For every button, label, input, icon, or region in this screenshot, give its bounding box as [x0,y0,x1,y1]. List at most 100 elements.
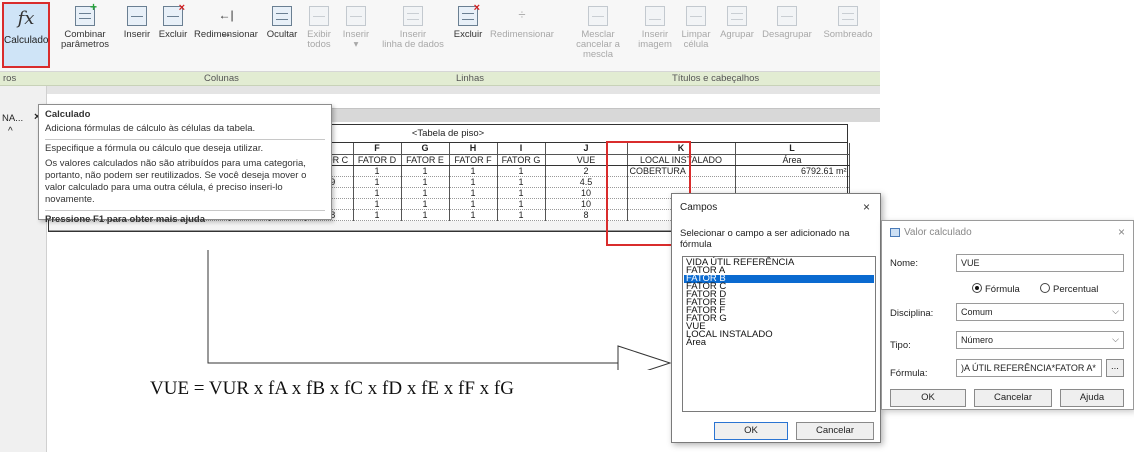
browser-node-label[interactable]: NA... [2,113,23,124]
group-icon [727,6,747,26]
app-icon [890,227,900,237]
redimensionar-coluna-button[interactable]: ←|→ Redimensionar [190,6,262,40]
dropdown-caret-icon: ▾ [353,39,359,50]
schedule-cell[interactable]: FATOR D [353,154,402,166]
schedule-cell[interactable]: 1 [497,176,546,188]
schedule-cell[interactable]: 1 [497,198,546,210]
schedule-cell[interactable]: 6792.61 m² [735,165,850,177]
schedule-cell[interactable]: 1 [449,165,498,177]
schedule-cell[interactable]: 1 [401,187,450,199]
schedule-cell[interactable]: 1 [353,187,402,199]
calculado-button[interactable]: fx Calculado [2,2,50,68]
valor-ok-button[interactable]: OK [890,389,966,407]
schedule-cell[interactable]: 1 [401,176,450,188]
list-item[interactable]: Área [684,338,874,348]
exibir-todos-button[interactable]: Exibir todos [302,6,336,50]
schedule-cell[interactable]: 1 [449,198,498,210]
schedule-cell[interactable]: F [353,143,402,155]
desagrupar-button[interactable]: Desagrupar [758,6,816,40]
show-all-icon [309,6,329,26]
ocultar-button[interactable]: Ocultar [262,6,302,40]
inserir-label: Inserir [123,29,151,40]
formula-label: Fórmula: [890,368,928,379]
valor-title: Valor calculado [904,227,972,238]
schedule-cell[interactable]: 1 [401,198,450,210]
schedule-cell[interactable]: 1 [353,198,402,210]
schedule-cell[interactable]: G [401,143,450,155]
campos-ok-button[interactable]: OK [714,422,788,440]
tipo-label: Tipo: [890,340,911,351]
inserir-linha-dados-button[interactable]: Inserir linha de dados [378,6,448,50]
radio-checked-icon [972,283,982,293]
list-item[interactable]: FATOR G [684,314,874,324]
hide-column-icon [272,6,292,26]
combinar-parametros-button[interactable]: + Combinar parâmetros [54,1,116,50]
schedule-cell[interactable]: H [449,143,498,155]
excluir-coluna-button[interactable]: × Excluir [156,3,190,40]
schedule-cell[interactable]: 1 [353,165,402,177]
tooltip-help: Pressione F1 para obter mais ajuda [45,214,205,225]
schedule-cell[interactable]: 1 [449,209,498,221]
schedule-cell[interactable] [735,176,850,188]
insert-row-icon [346,6,366,26]
panel-titulos-label: Títulos e cabeçalhos [672,73,760,84]
valor-help-button[interactable]: Ajuda [1060,389,1124,407]
ocultar-label: Ocultar [266,29,298,40]
merge-icon [588,6,608,26]
schedule-cell[interactable]: I [497,143,546,155]
close-icon[interactable]: × [863,200,870,214]
schedule-cell[interactable]: 1 [449,176,498,188]
valor-cancel-button[interactable]: Cancelar [974,389,1052,407]
ribbon-panel-bar: ros Colunas Linhas Títulos e cabeçalhos [0,72,880,86]
schedule-cell[interactable]: 1 [449,187,498,199]
campos-cancel-button[interactable]: Cancelar [796,422,874,440]
formula-radio[interactable]: Fórmula [972,283,1020,295]
delete-column-icon: × [163,3,185,26]
campos-titlebar: Campos × [672,194,880,222]
schedule-cell[interactable]: L [735,143,850,155]
excluir-linha-button[interactable]: × Excluir [448,3,488,40]
shading-icon [838,6,858,26]
list-item[interactable]: LOCAL INSTALADO [684,330,874,340]
annotation-arrow [207,250,672,370]
nome-input[interactable]: VUE [956,254,1124,272]
schedule-cell[interactable]: FATOR G [497,154,546,166]
mesclar-button[interactable]: Mesclar cancelar a mescla [560,6,636,60]
limpar-celula-button[interactable]: Limpar célula [676,6,716,50]
schedule-cell[interactable]: 1 [401,165,450,177]
desagrupar-label: Desagrupar [762,29,812,40]
resize-column-icon: ←|→ [218,8,234,40]
valor-titlebar: Valor calculado × [882,221,1133,245]
schedule-cell[interactable]: Área [735,154,850,166]
schedule-cell[interactable]: 1 [497,187,546,199]
vue-formula-text: VUE = VUR x fA x fB x fC x fD x fE x fF … [150,378,514,399]
disciplina-select[interactable]: Comum ⌵ [956,303,1124,321]
agrupar-button[interactable]: Agrupar [716,6,758,40]
schedule-cell[interactable]: 1 [497,165,546,177]
sombreado-button[interactable]: Sombreado [818,6,878,40]
inserir-coluna-button[interactable]: Inserir [120,6,154,40]
formula-browse-button[interactable]: ... [1106,359,1124,377]
radio-unchecked-icon [1040,283,1050,293]
inserir-linha-button[interactable]: Inserir ▾ [338,6,374,50]
collapse-caret-icon[interactable]: ^ [8,126,13,137]
formula-input[interactable]: )A ÚTIL REFERÊNCIA*FATOR A* [956,359,1102,377]
tooltip-title: Calculado [45,109,91,120]
schedule-cell[interactable]: FATOR E [401,154,450,166]
linha-de-dados-label: linha de dados [382,39,444,50]
schedule-cell[interactable]: 1 [497,209,546,221]
fx-icon: fx [17,8,35,29]
tipo-select[interactable]: Número ⌵ [956,331,1124,349]
combine-params-icon: + [75,1,97,26]
schedule-cell[interactable]: 1 [353,209,402,221]
campos-field-list[interactable]: VIDA ÚTIL REFERÊNCIA FATOR A FATOR B FATOR … [682,256,876,412]
agrupar-label: Agrupar [720,29,754,40]
close-icon[interactable]: × [1118,225,1125,239]
schedule-cell[interactable]: 1 [353,176,402,188]
panel-colunas-label: Colunas [204,73,239,84]
schedule-cell[interactable]: FATOR F [449,154,498,166]
redimensionar-linha-button[interactable]: ÷ Redimensionar [488,6,556,40]
percentual-radio[interactable]: Percentual [1040,283,1098,295]
schedule-cell[interactable]: 1 [401,209,450,221]
inserir-imagem-button[interactable]: Inserir imagem [636,6,674,50]
